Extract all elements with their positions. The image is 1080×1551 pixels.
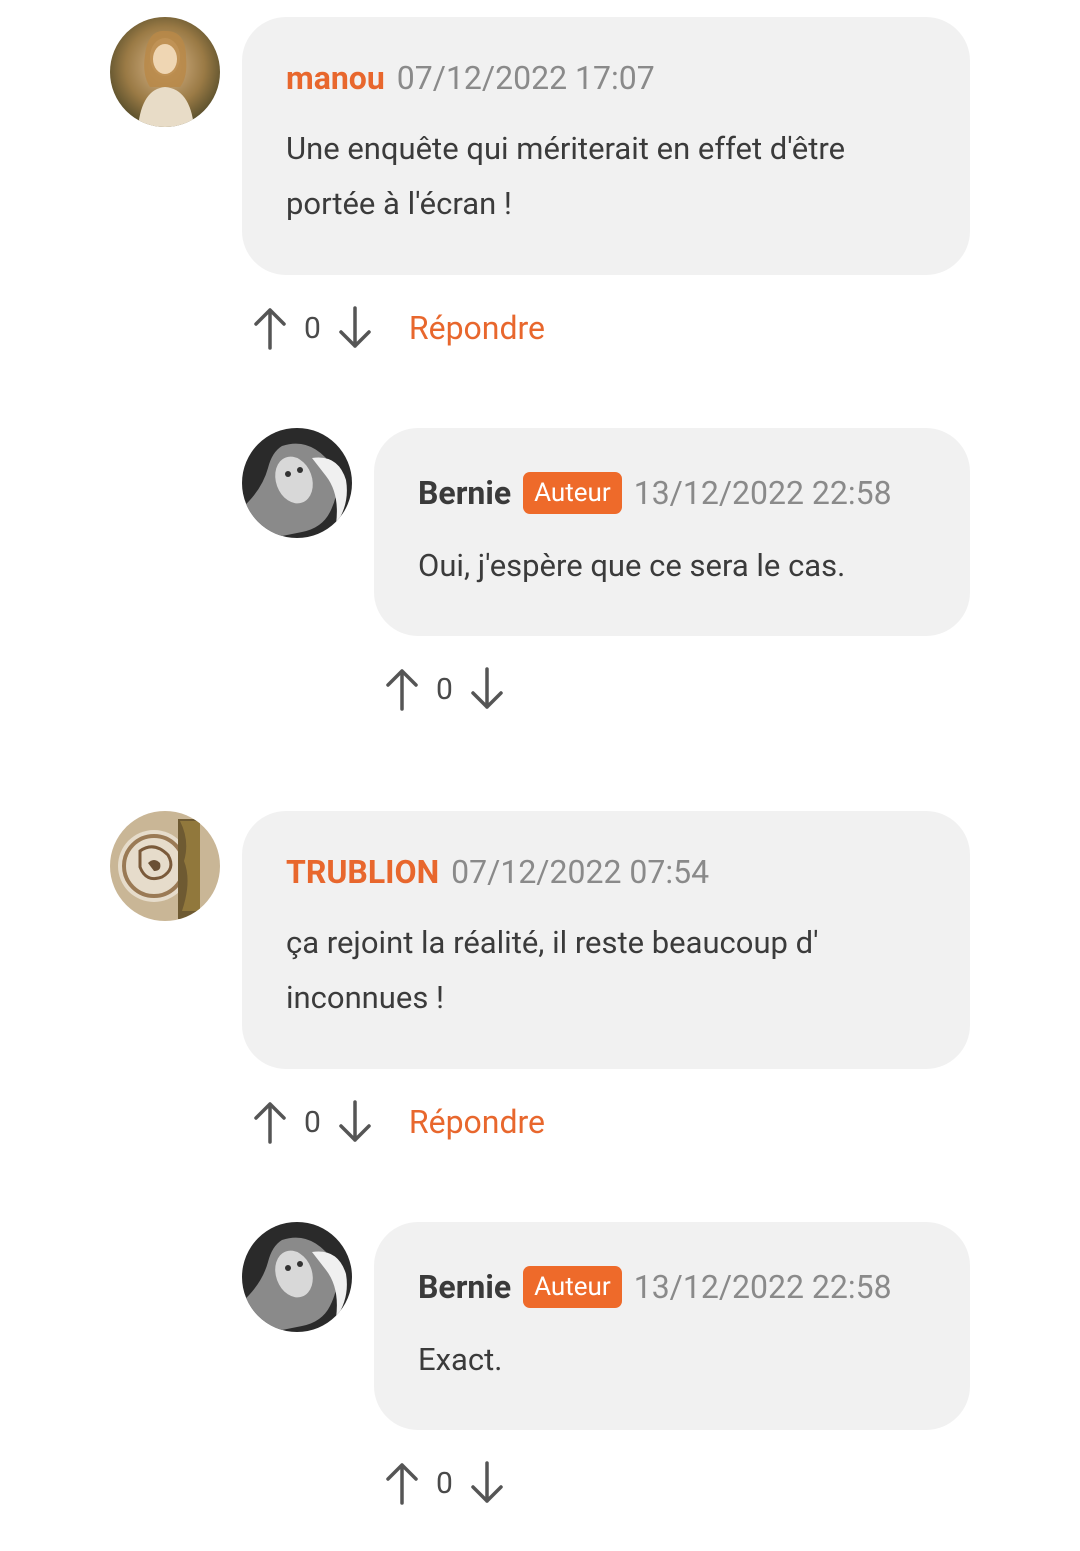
comment-actions: 0	[384, 1458, 505, 1508]
comment-actions: 0 Répondre	[252, 1097, 545, 1147]
comment-date: 07/12/2022 17:07	[396, 59, 655, 97]
comment-text-line: inconnues !	[286, 979, 445, 1016]
avatar-portrait-icon	[110, 17, 220, 127]
comment-actions: 0	[384, 664, 505, 714]
arrow-up-icon[interactable]	[384, 1460, 420, 1506]
comment-bubble: Bernie Auteur 13/12/2022 22:58 Exact.	[374, 1222, 970, 1430]
avatar-bernie[interactable]	[242, 1222, 352, 1332]
reply-button[interactable]: Répondre	[409, 1103, 545, 1141]
comment-text: Oui, j'espère que ce sera le cas.	[418, 538, 845, 593]
author-badge: Auteur	[523, 1266, 622, 1308]
comment-text: Exact.	[418, 1332, 502, 1387]
arrow-up-icon[interactable]	[252, 305, 288, 351]
author-name[interactable]: Bernie	[418, 474, 511, 512]
comment-text-line: portée à l'écran !	[286, 185, 512, 222]
comment-date: 13/12/2022 22:58	[633, 474, 892, 512]
arrow-down-icon[interactable]	[469, 666, 505, 712]
comment-bubble: manou 07/12/2022 17:07 Une enquête qui m…	[242, 17, 970, 275]
arrow-up-icon[interactable]	[252, 1099, 288, 1145]
author-badge: Auteur	[523, 472, 622, 514]
comment-text-line: Exact.	[418, 1341, 503, 1378]
comment-meta: Bernie Auteur 13/12/2022 22:58	[418, 1266, 892, 1308]
avatar-portrait-icon	[242, 428, 352, 538]
vote-count: 0	[436, 1465, 453, 1501]
arrow-down-icon[interactable]	[337, 1099, 373, 1145]
author-name[interactable]: manou	[286, 59, 385, 97]
avatar-trublion[interactable]	[110, 811, 220, 921]
comment-meta: manou 07/12/2022 17:07	[286, 59, 655, 97]
reply-button[interactable]: Répondre	[409, 309, 545, 347]
author-name[interactable]: Bernie	[418, 1268, 511, 1306]
comment-meta: TRUBLION 07/12/2022 07:54	[286, 853, 709, 891]
comment-date: 13/12/2022 22:58	[633, 1268, 892, 1306]
comment-text: ça rejoint la réalité, il reste beaucoup…	[286, 915, 819, 1025]
comment-text-line: ça rejoint la réalité, il reste beaucoup…	[286, 924, 819, 961]
vote-count: 0	[304, 1104, 321, 1140]
avatar-artwork-icon	[110, 811, 220, 921]
author-name[interactable]: TRUBLION	[286, 853, 439, 891]
comment-text-line: Oui, j'espère que ce sera le cas.	[418, 547, 846, 584]
comment-meta: Bernie Auteur 13/12/2022 22:58	[418, 472, 892, 514]
comment-text: Une enquête qui mériterait en effet d'êt…	[286, 121, 845, 231]
comment-text-line: Une enquête qui mériterait en effet d'êt…	[286, 130, 846, 167]
arrow-down-icon[interactable]	[469, 1460, 505, 1506]
arrow-up-icon[interactable]	[384, 666, 420, 712]
avatar-portrait-icon	[242, 1222, 352, 1332]
comment-date: 07/12/2022 07:54	[451, 853, 710, 891]
arrow-down-icon[interactable]	[337, 305, 373, 351]
vote-count: 0	[304, 310, 321, 346]
comment-bubble: TRUBLION 07/12/2022 07:54 ça rejoint la …	[242, 811, 970, 1069]
avatar-bernie[interactable]	[242, 428, 352, 538]
comment-actions: 0 Répondre	[252, 303, 545, 353]
comment-bubble: Bernie Auteur 13/12/2022 22:58 Oui, j'es…	[374, 428, 970, 636]
avatar-manou[interactable]	[110, 17, 220, 127]
vote-count: 0	[436, 671, 453, 707]
